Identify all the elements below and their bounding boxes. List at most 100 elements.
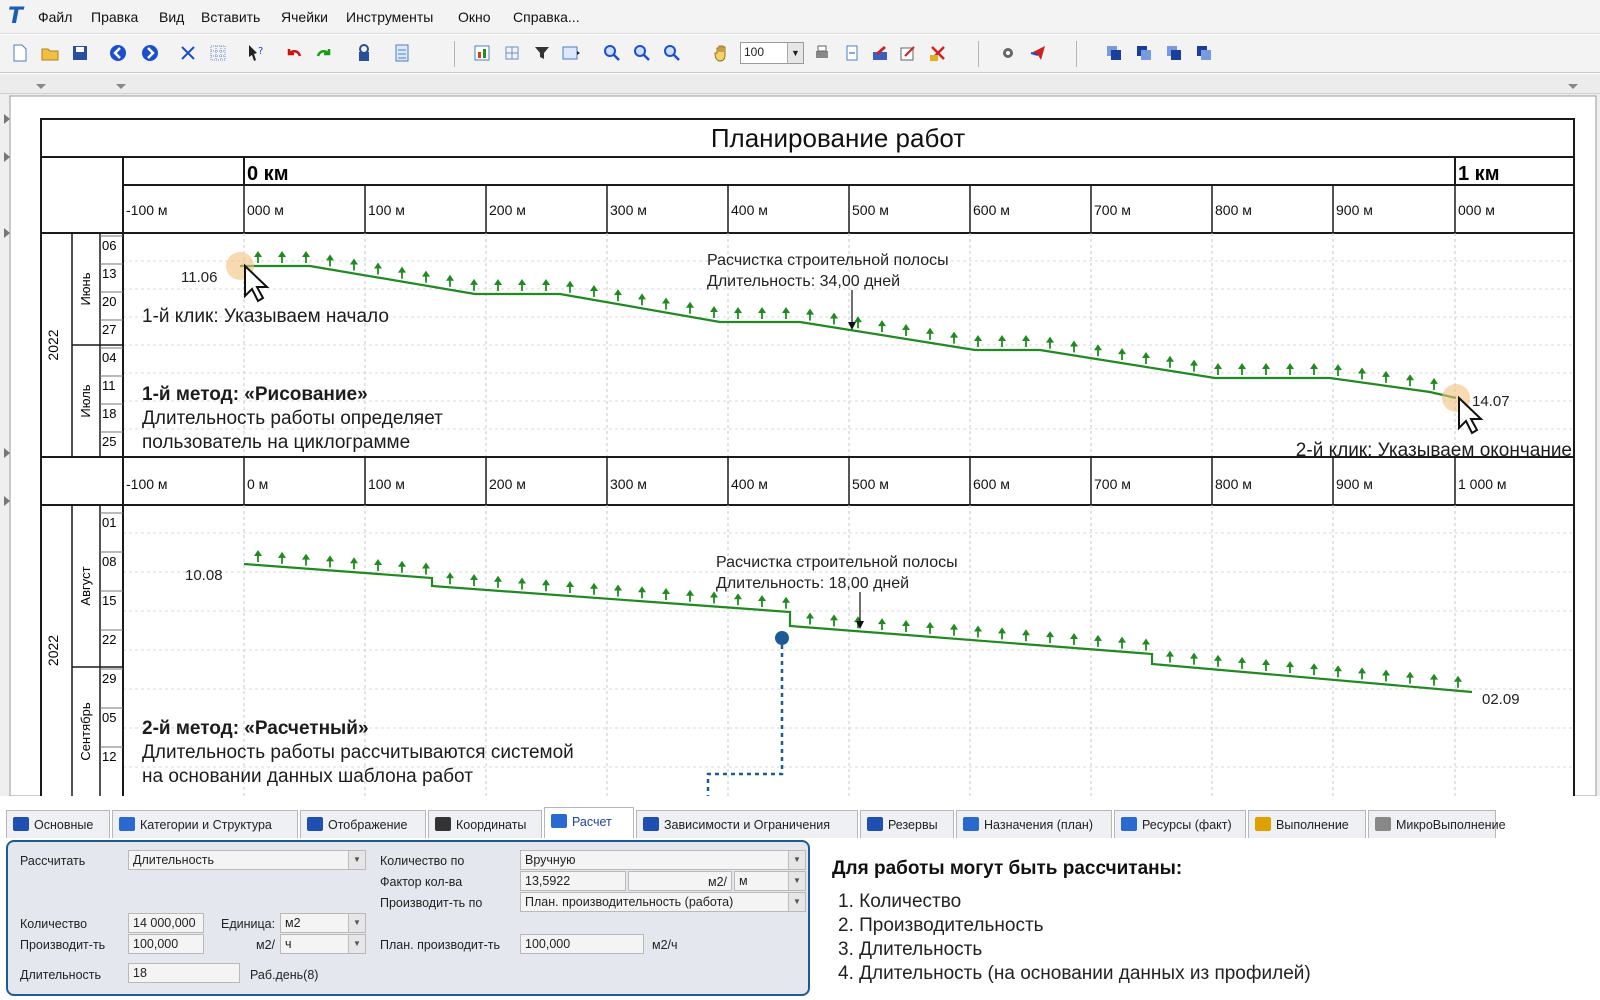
zoom-in-icon[interactable] — [602, 43, 622, 63]
day-label: 05 — [102, 710, 116, 725]
calc-note-list: 1. Количество 2. Производительность 3. Д… — [832, 890, 1592, 986]
zoom-out-icon[interactable] — [632, 43, 652, 63]
tab-2[interactable]: Отображение — [300, 810, 426, 838]
settings-icon[interactable] — [998, 43, 1018, 63]
task1-start-date: 11.06 — [181, 269, 217, 286]
unit-select[interactable]: м2 — [280, 913, 366, 933]
delete-icon[interactable] — [928, 43, 948, 63]
qty-input[interactable]: 14 000,000 — [128, 913, 204, 933]
day-label: 22 — [102, 632, 116, 647]
km-end-label: 1 км — [1458, 163, 1499, 185]
menu-window[interactable]: Окно — [458, 9, 491, 25]
tab-9[interactable]: Выполнение — [1248, 810, 1366, 838]
filter-icon[interactable] — [532, 43, 552, 63]
app-logo: T — [8, 4, 24, 29]
ruler-marker[interactable] — [116, 84, 126, 89]
calc-select[interactable]: Длительность — [128, 850, 366, 870]
tab-7[interactable]: Назначения (план) — [956, 810, 1112, 838]
distance-tick-label: 000 м — [1458, 202, 1495, 218]
toolbar-separator — [1076, 41, 1077, 67]
plan-prod-label: План. производит-ть — [380, 938, 501, 952]
prod-unit-select[interactable]: ч — [280, 934, 366, 954]
menu-view[interactable]: Вид — [159, 9, 184, 25]
qty-factor-unit-select[interactable]: м — [734, 871, 806, 891]
tab-icon — [1375, 817, 1391, 831]
day-label: 18 — [102, 406, 116, 421]
edit-icon[interactable] — [870, 43, 890, 63]
qty-factor-input[interactable]: 13,5922 — [520, 871, 626, 891]
day-label: 29 — [102, 671, 116, 686]
duration-input[interactable]: 18 — [128, 963, 240, 983]
toolbar: ? 100 ▼ — [0, 35, 1600, 73]
help-icon[interactable]: ? — [246, 43, 266, 63]
tab-5[interactable]: Зависимости и Ограничения — [636, 810, 858, 838]
tab-label: Координаты — [456, 818, 527, 832]
chevron-down-icon[interactable]: ▼ — [787, 43, 803, 63]
print-icon[interactable] — [812, 43, 832, 63]
tab-10[interactable]: МикроВыполнение — [1368, 810, 1506, 838]
tab-1[interactable]: Категории и Структура — [112, 810, 298, 838]
month-label: Июнь — [78, 272, 93, 305]
task1-end-date: 14.07 — [1472, 393, 1510, 410]
layer3-icon[interactable] — [1164, 43, 1184, 63]
lock-icon[interactable] — [354, 43, 374, 63]
chart2-corner — [40, 456, 124, 506]
click2-annotation: 2-й клик: Указываем окончание — [1295, 440, 1572, 461]
tab-icon — [867, 817, 883, 831]
grid-icon[interactable] — [208, 43, 228, 63]
forward-icon[interactable] — [140, 43, 160, 63]
tab-3[interactable]: Координаты — [428, 810, 542, 838]
tab-8[interactable]: Ресурсы (факт) — [1114, 810, 1246, 838]
export-icon[interactable] — [1028, 43, 1048, 63]
tab-0[interactable]: Основные — [6, 810, 110, 838]
layer2-icon[interactable] — [1134, 43, 1154, 63]
calc-note-title: Для работы могут быть рассчитаны: — [832, 858, 1183, 879]
layer1-icon[interactable] — [1104, 43, 1124, 63]
toolbar-separator — [454, 41, 455, 67]
distance-tick-label: 900 м — [1336, 476, 1373, 492]
calc-note-item: 3. Длительность — [838, 939, 983, 960]
menu-tools[interactable]: Инструменты — [346, 9, 433, 25]
prod-label: Производит-ть — [20, 938, 106, 952]
calc-icon[interactable] — [392, 43, 412, 63]
calculation-panel: Рассчитать Длительность Количество по Вр… — [6, 840, 810, 996]
ruler-marker[interactable] — [36, 84, 46, 89]
prod-input[interactable]: 100,000 — [128, 934, 204, 954]
menu-edit[interactable]: Правка — [91, 9, 138, 25]
chart-icon[interactable] — [472, 43, 492, 63]
new-file-icon[interactable] — [10, 43, 30, 63]
open-folder-icon[interactable] — [40, 43, 60, 63]
prod-by-select[interactable]: План. производительность (работа) — [520, 892, 806, 912]
cut-icon[interactable] — [178, 43, 198, 63]
undo-icon[interactable] — [284, 43, 304, 63]
unit-label: Единица: — [221, 917, 276, 931]
edit2-icon[interactable] — [898, 43, 918, 63]
hand-icon[interactable] — [712, 43, 732, 63]
menu-cells[interactable]: Ячейки — [281, 9, 328, 25]
table-icon[interactable] — [502, 43, 522, 63]
method1-title: 1-й метод: «Рисование» — [142, 384, 368, 405]
qty-by-label: Количество по — [380, 854, 465, 868]
month-label: Сентябрь — [78, 702, 93, 760]
tab-4[interactable]: Расчет — [544, 807, 634, 838]
page-icon[interactable] — [842, 43, 862, 63]
plan-prod-input[interactable]: 100,000 — [520, 934, 644, 954]
zoom-fit-icon[interactable] — [662, 43, 682, 63]
menu-insert[interactable]: Вставить — [201, 9, 260, 25]
redo-icon[interactable] — [314, 43, 334, 63]
layout-icon[interactable] — [560, 43, 580, 63]
qty-by-select[interactable]: Вручную — [520, 850, 806, 870]
tab-6[interactable]: Резервы — [860, 810, 954, 838]
tab-label: Расчет — [572, 815, 612, 829]
zoom-select[interactable]: 100 ▼ — [740, 42, 804, 64]
menu-help[interactable]: Справка... — [513, 9, 580, 25]
calc-note: Для работы могут быть рассчитаны: 1. Кол… — [832, 858, 1592, 986]
ruler-marker[interactable] — [1568, 84, 1578, 89]
tab-icon — [963, 817, 979, 831]
menu-file[interactable]: Файл — [38, 9, 72, 25]
back-icon[interactable] — [108, 43, 128, 63]
tab-label: Ресурсы (факт) — [1142, 818, 1232, 832]
layer4-icon[interactable] — [1194, 43, 1214, 63]
save-icon[interactable] — [70, 43, 90, 63]
diagram-title: Планирование работ — [711, 123, 965, 153]
